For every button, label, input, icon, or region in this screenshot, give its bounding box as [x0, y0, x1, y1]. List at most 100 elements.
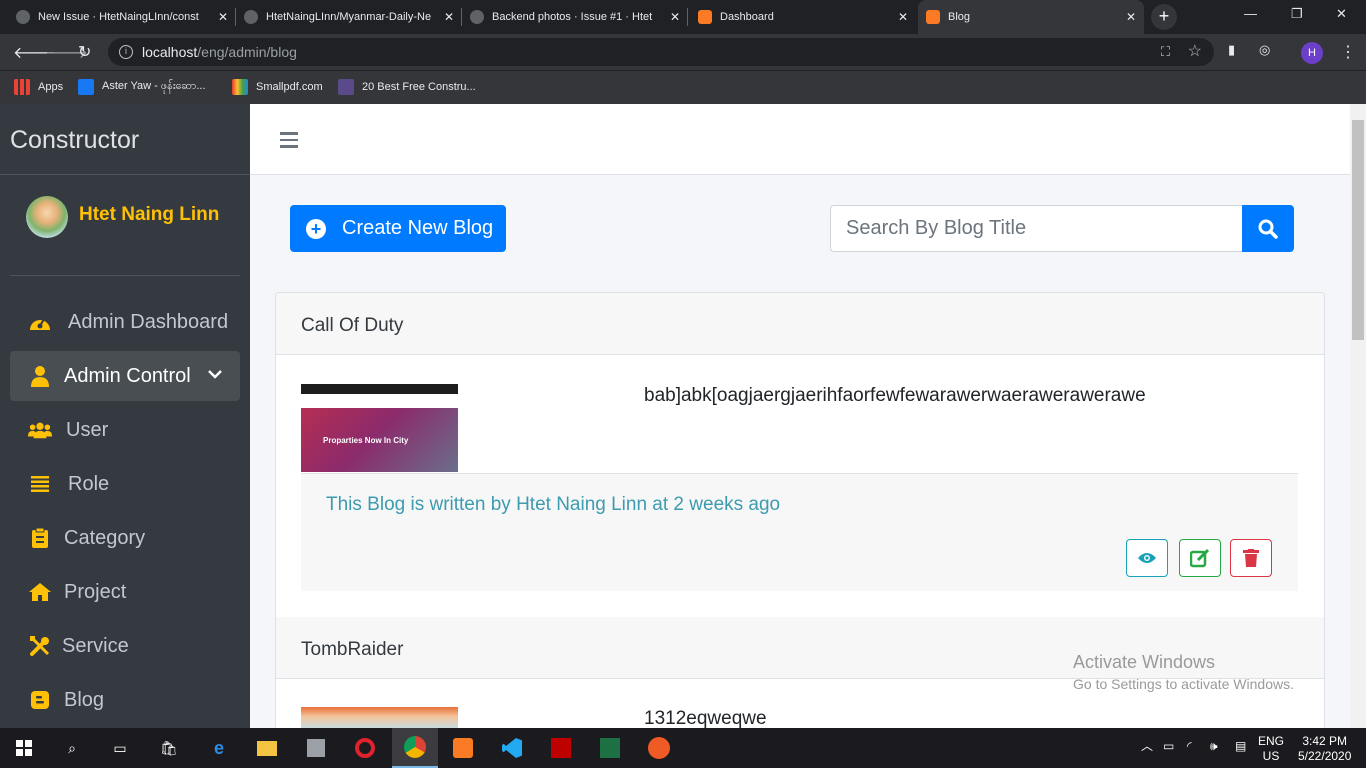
facebook-icon: [78, 79, 94, 95]
sidebar-item-category[interactable]: Category: [10, 513, 240, 563]
user-panel: Htet Naing Linn: [10, 175, 240, 276]
brand-title[interactable]: Constructor: [0, 104, 250, 175]
browser-tab-active[interactable]: Blog ✕: [918, 0, 1144, 34]
sidebar-item-service[interactable]: Service: [10, 621, 240, 671]
watermark-subtitle: Go to Settings to activate Windows.: [1073, 676, 1294, 692]
new-tab-button[interactable]: +: [1151, 4, 1177, 30]
translate-icon[interactable]: ⛶: [1161, 38, 1170, 66]
file-explorer-icon[interactable]: [255, 736, 279, 760]
windows-taskbar: ⌕ ▭ 🛍 e ︿ ▭ ◜ 🕪 ▤ ENG US 3:42 PM 5/22/20…: [0, 728, 1366, 768]
activate-windows-watermark: Activate Windows Go to Settings to activ…: [1073, 652, 1294, 692]
tab-title: Backend photos · Issue #1 · Htet: [492, 11, 653, 23]
postman-icon[interactable]: [647, 736, 671, 760]
close-icon[interactable]: ✕: [898, 10, 908, 24]
hamburger-menu-icon[interactable]: [280, 132, 298, 152]
bookmark-item[interactable]: 20 Best Free Constru...: [338, 79, 476, 95]
volume-icon[interactable]: 🕪: [1210, 739, 1218, 754]
search-input[interactable]: Search By Blog Title: [830, 205, 1243, 252]
sidebar-item-label: User: [66, 418, 109, 441]
close-icon[interactable]: ✕: [218, 10, 228, 24]
browser-tab[interactable]: HtetNaingLInn/Myanmar-Daily-Ne ✕: [236, 0, 462, 34]
bookmark-apps[interactable]: Apps: [14, 79, 63, 95]
bookmark-item[interactable]: Smallpdf.com: [232, 79, 323, 95]
home-icon: [28, 580, 52, 604]
sidebar-item-blog[interactable]: Blog: [10, 675, 240, 725]
search-icon[interactable]: ⌕: [60, 736, 84, 760]
sidebar-item-role[interactable]: Role: [10, 459, 240, 509]
user-name[interactable]: Htet Naing Linn: [79, 204, 219, 226]
extension-icon[interactable]: ▮: [1228, 42, 1235, 58]
task-view-icon[interactable]: ▭: [108, 736, 132, 760]
plus-circle-icon: +: [306, 218, 326, 239]
menu-icon[interactable]: ⋮: [1340, 42, 1356, 62]
profile-avatar[interactable]: H: [1301, 42, 1323, 64]
users-icon: [28, 418, 52, 442]
sidebar-item-label: Category: [64, 526, 146, 549]
browser-tab[interactable]: Backend photos · Issue #1 · Htet ✕: [462, 0, 688, 34]
clock[interactable]: 3:42 PM 5/22/2020: [1298, 734, 1351, 764]
blog-icon: [28, 688, 52, 712]
window-close-icon[interactable]: ✕: [1336, 6, 1347, 22]
page-scrollbar[interactable]: [1350, 104, 1366, 728]
delete-button[interactable]: [1230, 539, 1272, 577]
blog-excerpt: 1312eqweqwe: [644, 708, 767, 729]
sidebar-item-admin-control[interactable]: Admin Control: [10, 351, 240, 401]
edge-icon[interactable]: e: [207, 736, 231, 760]
clock-time: 3:42 PM: [1302, 734, 1348, 748]
edit-button[interactable]: [1179, 539, 1221, 577]
notification-icon[interactable]: ▤: [1235, 739, 1246, 754]
close-icon[interactable]: ✕: [670, 10, 680, 24]
wifi-icon[interactable]: ◜: [1187, 739, 1192, 754]
extension-icon[interactable]: ◎: [1259, 42, 1270, 58]
battery-icon[interactable]: ▭: [1163, 739, 1174, 754]
close-icon[interactable]: ✕: [444, 10, 454, 24]
search-button[interactable]: [1242, 205, 1294, 252]
reload-icon[interactable]: ↻: [78, 42, 91, 62]
opera-icon[interactable]: [353, 736, 377, 760]
browser-tab[interactable]: Dashboard ✕: [690, 0, 916, 34]
bookmark-label: Aster Yaw - ဖုန်းဆော...: [102, 80, 206, 92]
sidebar-item-user[interactable]: User: [10, 405, 240, 455]
create-new-blog-button[interactable]: + Create New Blog: [290, 205, 506, 252]
star-icon[interactable]: ☆: [1188, 38, 1202, 66]
eye-icon: [1138, 553, 1156, 563]
address-bar[interactable]: i localhost/eng/admin/blog ⛶ ☆: [108, 38, 1214, 66]
chevron-up-icon[interactable]: ︿: [1141, 739, 1153, 754]
store-icon[interactable]: 🛍: [157, 736, 181, 760]
scrollbar-thumb[interactable]: [1352, 120, 1364, 340]
tab-title: New Issue · HtetNaingLInn/const: [38, 11, 199, 23]
vscode-icon[interactable]: [500, 736, 524, 760]
url-path: /eng/admin/blog: [197, 44, 297, 60]
chrome-icon[interactable]: [392, 728, 438, 768]
maximize-icon[interactable]: ❐: [1291, 6, 1303, 22]
chevron-down-icon[interactable]: [208, 366, 222, 382]
view-button[interactable]: [1126, 539, 1168, 577]
bookmark-label: 20 Best Free Constru...: [362, 81, 476, 93]
filezilla-icon[interactable]: [549, 736, 573, 760]
calculator-icon[interactable]: [304, 736, 328, 760]
excel-icon[interactable]: [598, 736, 622, 760]
xampp-icon[interactable]: [451, 736, 475, 760]
github-icon: [16, 10, 30, 24]
minimize-icon[interactable]: —: [1244, 6, 1257, 21]
region-code: US: [1262, 749, 1280, 763]
sidebar-item-admin-dashboard[interactable]: Admin Dashboard: [10, 297, 240, 347]
sidebar-item-project[interactable]: Project: [10, 567, 240, 617]
blog-thumbnail[interactable]: Proparties Now In City: [301, 384, 458, 472]
sidebar-item-label: Project: [64, 580, 127, 603]
windows-start-icon[interactable]: [12, 736, 36, 760]
language-indicator[interactable]: ENG US: [1258, 734, 1284, 764]
clipboard-icon: [28, 526, 52, 550]
info-icon[interactable]: i: [119, 45, 133, 59]
bookmark-label: Smallpdf.com: [256, 81, 323, 93]
bookmark-item[interactable]: Aster Yaw - ဖုန်းဆော...: [78, 79, 206, 95]
edit-icon: [1190, 548, 1210, 568]
browser-tab[interactable]: New Issue · HtetNaingLInn/const ✕: [8, 0, 236, 34]
sidebar-item-label: Service: [62, 634, 129, 657]
tab-title: Blog: [948, 11, 971, 23]
sidebar-item-label: Blog: [64, 688, 105, 711]
tools-icon: [28, 634, 52, 658]
close-icon[interactable]: ✕: [1126, 10, 1136, 24]
avatar[interactable]: [26, 196, 68, 238]
sidebar-item-label: Admin Dashboard: [68, 310, 229, 333]
